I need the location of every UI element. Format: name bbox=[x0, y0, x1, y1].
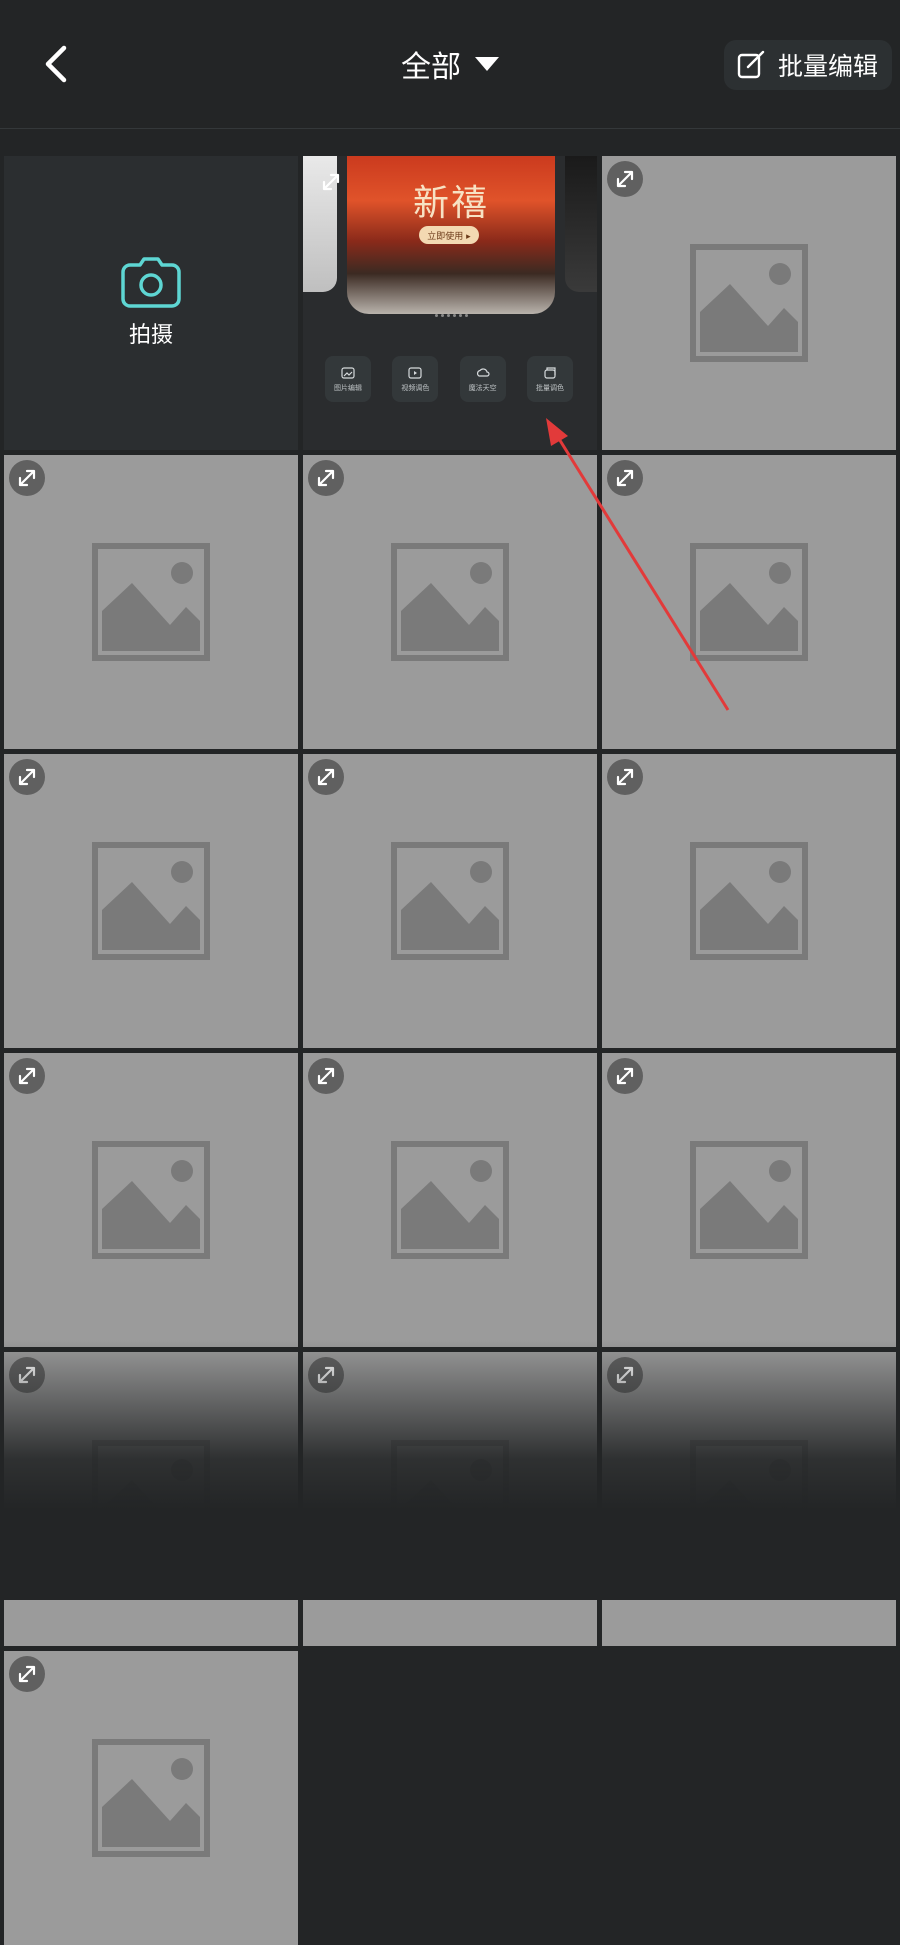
expand-button[interactable] bbox=[607, 1357, 643, 1393]
batch-edit-label: 批量编辑 bbox=[778, 52, 879, 81]
tool-batch-color[interactable]: 批量调色 bbox=[526, 356, 573, 402]
expand-button[interactable] bbox=[9, 1058, 45, 1094]
banner-title: 新禧 bbox=[412, 183, 489, 224]
expand-icon bbox=[18, 1067, 36, 1085]
carousel-dot bbox=[459, 314, 462, 317]
back-button[interactable] bbox=[28, 36, 84, 92]
expand-icon bbox=[317, 1366, 335, 1384]
top-bar: 全部 批量编辑 bbox=[0, 0, 900, 129]
camera-icon bbox=[121, 257, 181, 308]
tool-shortcuts: 图片编辑 视频调色 魔法天空 批量调色 bbox=[325, 356, 573, 402]
magic-sky-icon bbox=[476, 367, 490, 377]
promo-banner[interactable]: 新禧 立即使用 ▸ bbox=[347, 156, 555, 314]
expand-button[interactable] bbox=[308, 460, 344, 496]
media-thumbnail[interactable] bbox=[303, 754, 597, 1048]
carousel-dot bbox=[453, 314, 456, 317]
image-placeholder-icon bbox=[391, 842, 509, 960]
media-thumbnail[interactable] bbox=[4, 1053, 298, 1347]
expand-button[interactable] bbox=[9, 460, 45, 496]
expand-icon bbox=[322, 173, 340, 191]
media-thumbnail[interactable] bbox=[303, 1053, 597, 1347]
expand-button[interactable] bbox=[308, 1357, 344, 1393]
expand-button[interactable] bbox=[308, 759, 344, 795]
image-placeholder-icon bbox=[391, 543, 509, 661]
album-selector[interactable]: 全部 bbox=[401, 42, 499, 86]
expand-button[interactable] bbox=[9, 1357, 45, 1393]
carousel-dot bbox=[435, 314, 438, 317]
bottom-bar bbox=[0, 1510, 900, 1600]
album-title: 全部 bbox=[401, 50, 461, 85]
media-thumbnail[interactable] bbox=[602, 455, 896, 749]
image-edit-icon bbox=[341, 366, 355, 379]
image-placeholder-icon bbox=[92, 1141, 210, 1259]
expand-icon bbox=[616, 1366, 634, 1384]
expand-icon bbox=[616, 768, 634, 786]
media-thumbnail[interactable] bbox=[4, 1352, 298, 1646]
camera-tile[interactable]: 拍摄 bbox=[4, 156, 298, 450]
media-thumbnail[interactable] bbox=[602, 156, 896, 450]
expand-button[interactable] bbox=[9, 1656, 45, 1692]
expand-icon bbox=[616, 1067, 634, 1085]
tool-video-color[interactable]: 视频调色 bbox=[392, 356, 439, 402]
expand-icon bbox=[317, 768, 335, 786]
media-thumbnail[interactable] bbox=[4, 754, 298, 1048]
media-thumbnail[interactable] bbox=[602, 1053, 896, 1347]
expand-button[interactable] bbox=[9, 759, 45, 795]
expand-icon bbox=[616, 170, 634, 188]
tool-magic-sky[interactable]: 魔法天空 bbox=[459, 356, 506, 402]
media-grid: 拍摄 新禧 立即使用 ▸ 图片编辑 视频调色 魔法天空 批量调色 bbox=[4, 156, 896, 1945]
image-placeholder-icon bbox=[690, 842, 808, 960]
expand-button[interactable] bbox=[607, 460, 643, 496]
media-thumbnail[interactable] bbox=[4, 455, 298, 749]
promo-card[interactable]: 新禧 立即使用 ▸ 图片编辑 视频调色 魔法天空 批量调色 bbox=[303, 156, 597, 450]
expand-icon bbox=[616, 469, 634, 487]
image-placeholder-icon bbox=[92, 1739, 210, 1857]
video-color-icon bbox=[408, 366, 422, 379]
image-placeholder-icon bbox=[690, 1141, 808, 1259]
media-thumbnail[interactable] bbox=[602, 1352, 896, 1646]
expand-icon bbox=[18, 768, 36, 786]
batch-edit-icon bbox=[737, 50, 765, 79]
media-thumbnail[interactable] bbox=[4, 1651, 298, 1945]
expand-icon bbox=[18, 1665, 36, 1683]
carousel-dots bbox=[435, 314, 468, 317]
expand-button[interactable] bbox=[607, 161, 643, 197]
tool-label: 图片编辑 bbox=[334, 383, 362, 392]
tool-label: 魔法天空 bbox=[468, 383, 497, 392]
expand-icon bbox=[18, 1366, 36, 1384]
expand-icon bbox=[18, 469, 36, 487]
batch-edit-button[interactable]: 批量编辑 bbox=[724, 40, 892, 90]
tool-label: 视频调色 bbox=[401, 383, 430, 392]
camera-label: 拍摄 bbox=[128, 323, 173, 348]
tool-label: 批量调色 bbox=[535, 383, 564, 392]
tool-image-edit[interactable]: 图片编辑 bbox=[325, 356, 371, 402]
expand-icon bbox=[317, 1067, 335, 1085]
chevron-left-icon bbox=[45, 45, 67, 83]
expand-button[interactable] bbox=[607, 759, 643, 795]
expand-icon bbox=[317, 469, 335, 487]
expand-button[interactable] bbox=[607, 1058, 643, 1094]
media-thumbnail[interactable] bbox=[602, 754, 896, 1048]
image-placeholder-icon bbox=[92, 543, 210, 661]
media-thumbnail[interactable] bbox=[303, 1352, 597, 1646]
carousel-next-peek bbox=[565, 156, 597, 292]
banner-use-button[interactable]: 立即使用 ▸ bbox=[419, 226, 479, 244]
batch-color-icon bbox=[544, 366, 556, 379]
expand-button[interactable] bbox=[313, 164, 349, 200]
image-placeholder-icon bbox=[690, 244, 808, 362]
image-placeholder-icon bbox=[391, 1141, 509, 1259]
image-placeholder-icon bbox=[690, 543, 808, 661]
expand-button[interactable] bbox=[308, 1058, 344, 1094]
carousel-dot bbox=[465, 314, 468, 317]
caret-down-icon bbox=[475, 57, 499, 71]
carousel-dot bbox=[441, 314, 444, 317]
media-thumbnail[interactable] bbox=[303, 455, 597, 749]
carousel-dot bbox=[447, 314, 450, 317]
image-placeholder-icon bbox=[92, 842, 210, 960]
